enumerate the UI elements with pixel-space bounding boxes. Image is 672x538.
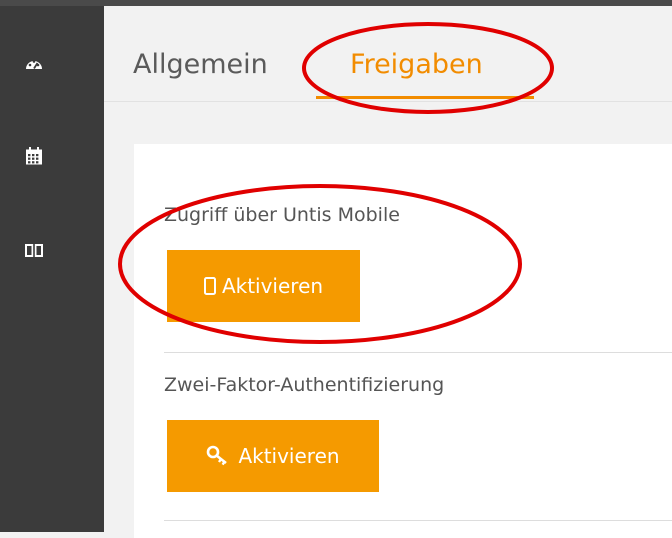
- activate-two-factor-button[interactable]: Aktivieren: [167, 420, 379, 492]
- calendar-icon[interactable]: [24, 146, 44, 166]
- book-icon[interactable]: [24, 240, 44, 260]
- activate-mobile-label: Aktivieren: [221, 274, 324, 298]
- section-divider: [164, 352, 672, 353]
- sidebar: [0, 6, 104, 532]
- settings-card: Zugriff über Untis Mobile Aktivieren Zwe…: [134, 144, 672, 538]
- tab-divider: [104, 101, 672, 102]
- active-tab-underline: [316, 96, 534, 99]
- activate-two-factor-label: Aktivieren: [238, 444, 340, 468]
- key-icon: [206, 445, 232, 467]
- tab-freigaben[interactable]: Freigaben: [350, 48, 483, 82]
- main-content: Allgemein Freigaben Zugriff über Untis M…: [104, 6, 672, 538]
- two-factor-label: Zwei-Faktor-Authentifizierung: [164, 374, 445, 396]
- dashboard-icon[interactable]: [24, 54, 44, 74]
- mobile-phone-icon: [203, 277, 216, 295]
- activate-mobile-button[interactable]: Aktivieren: [167, 250, 360, 322]
- mobile-access-label: Zugriff über Untis Mobile: [164, 204, 400, 226]
- tab-allgemein[interactable]: Allgemein: [133, 48, 268, 82]
- section-divider: [164, 520, 672, 521]
